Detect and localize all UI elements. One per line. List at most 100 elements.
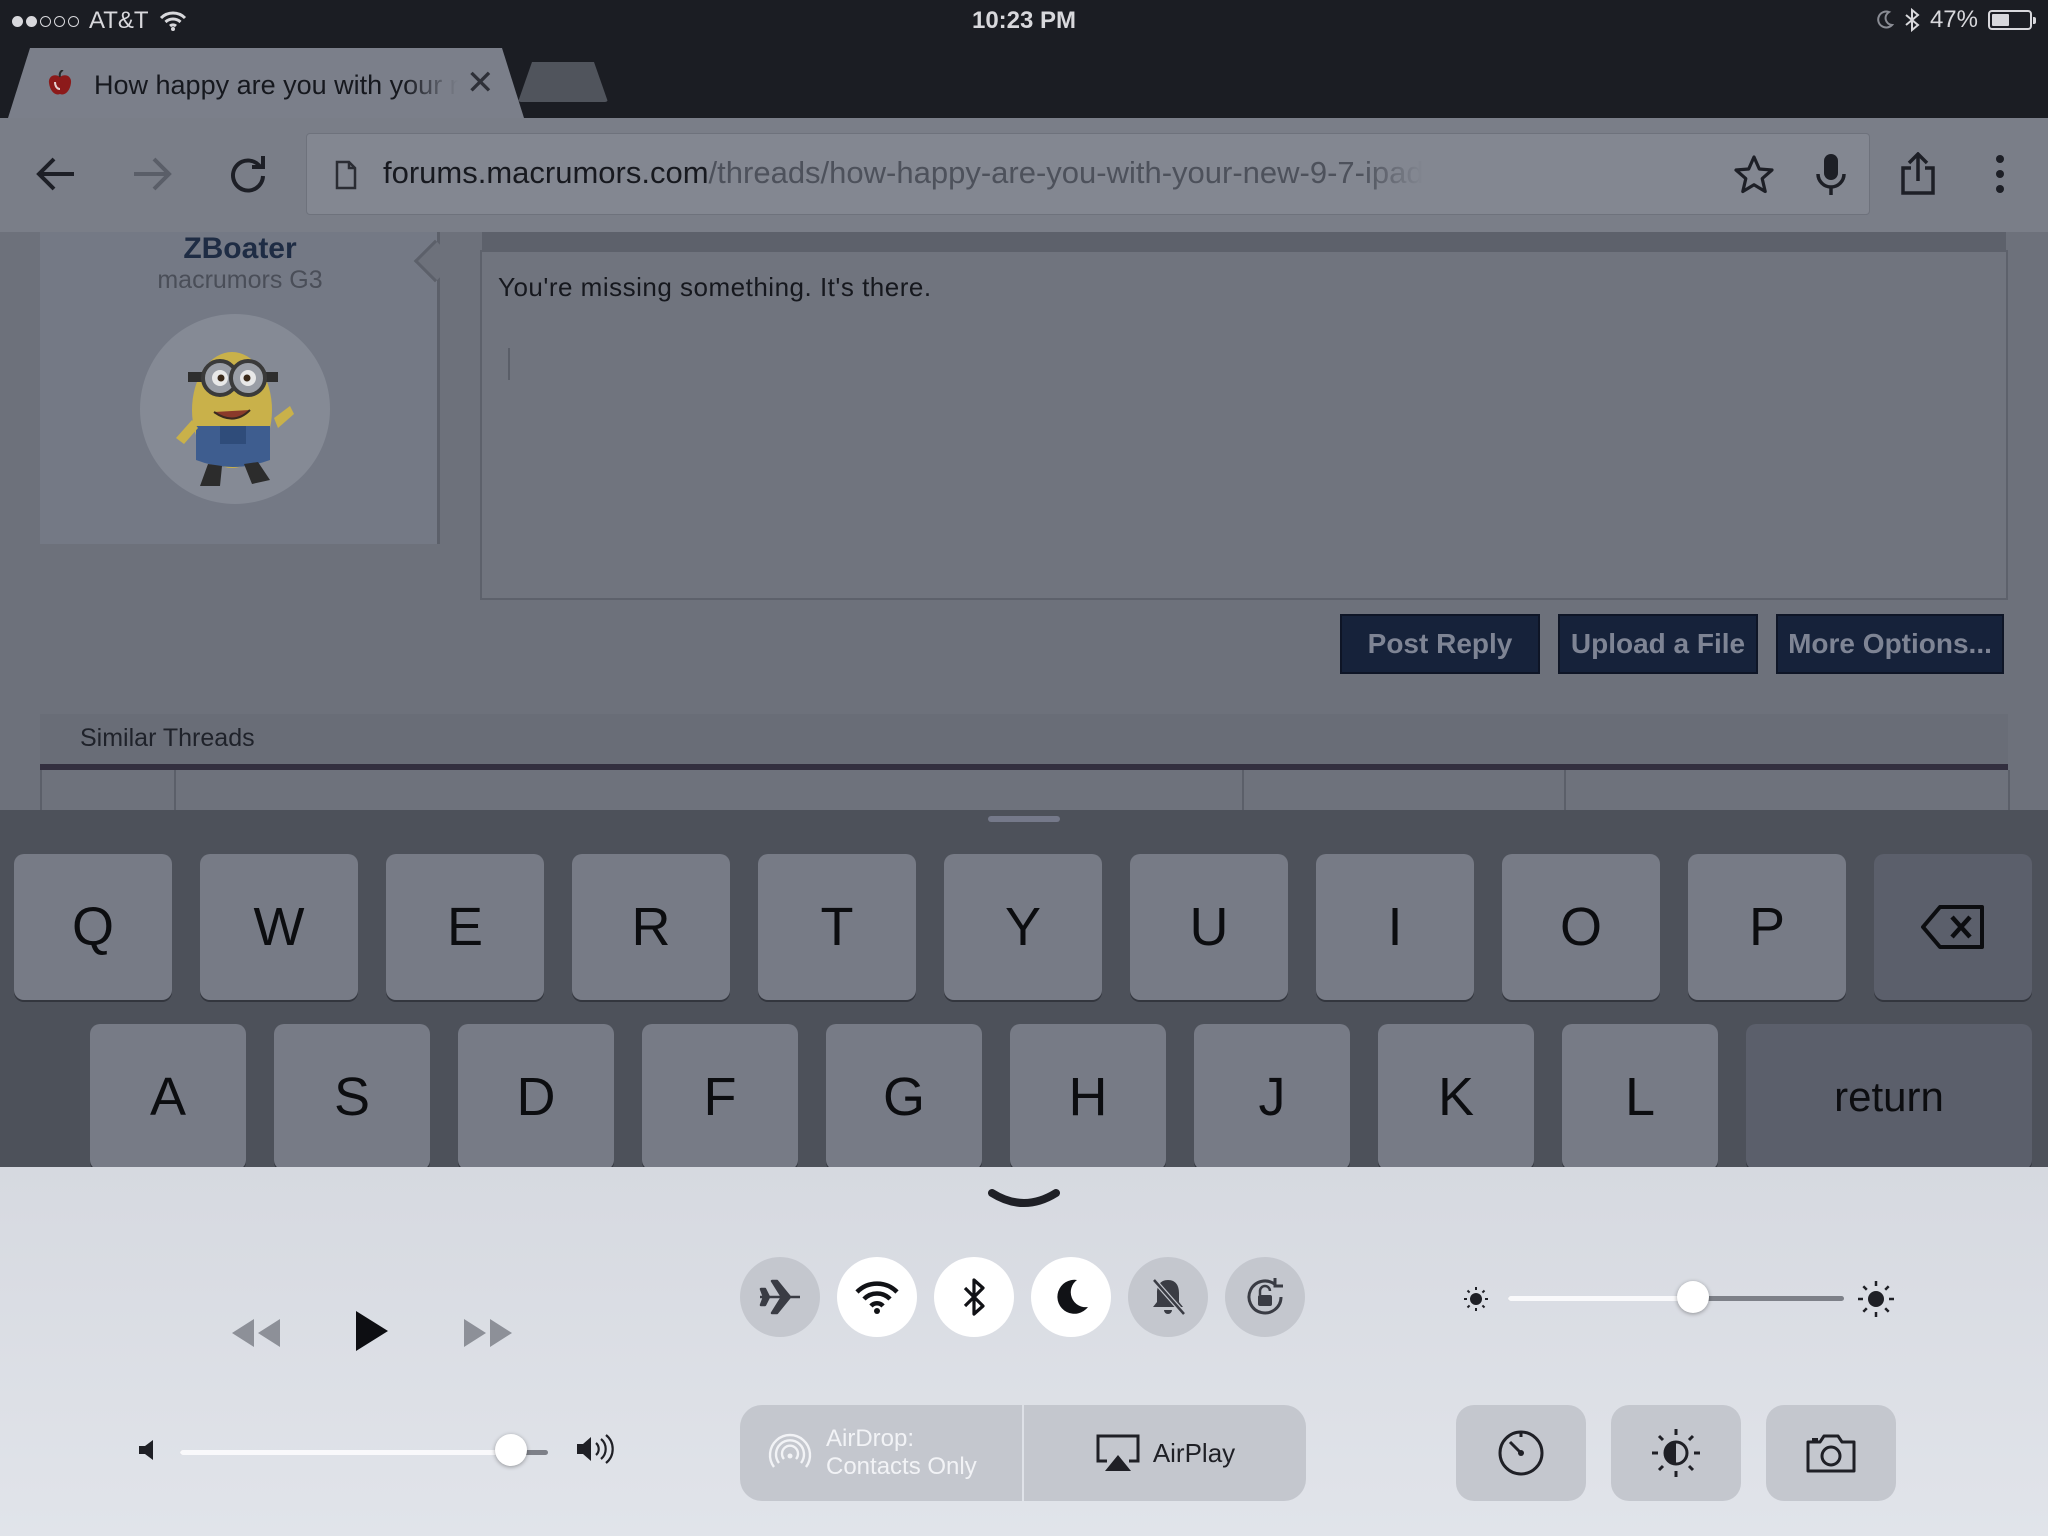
key-q[interactable]: Q	[14, 854, 172, 1000]
airdrop-mode: Contacts Only	[826, 1453, 977, 1480]
airdrop-icon	[768, 1433, 812, 1468]
reload-button[interactable]	[224, 150, 272, 198]
forward-button[interactable]	[128, 150, 176, 198]
camera-button[interactable]	[1766, 1405, 1896, 1501]
back-button[interactable]	[32, 150, 80, 198]
airplay-button[interactable]: AirPlay	[1024, 1405, 1306, 1501]
address-bar[interactable]: forums.macrumors.com/threads/how-happy-a…	[306, 133, 1870, 215]
battery-icon	[1988, 10, 2036, 30]
volume-slider[interactable]	[180, 1450, 548, 1455]
bookmark-star-button[interactable]	[1733, 154, 1775, 201]
chevron-down-icon[interactable]	[988, 1187, 1060, 1213]
key-i[interactable]: I	[1316, 854, 1474, 1000]
key-a[interactable]: A	[90, 1024, 246, 1170]
microphone-icon	[1816, 154, 1846, 195]
brightness-slider-thumb[interactable]	[1676, 1281, 1709, 1313]
share-icon	[1901, 152, 1935, 195]
camera-icon	[1806, 1434, 1856, 1473]
airdrop-label: AirDrop:	[826, 1425, 915, 1452]
airdrop-button[interactable]: AirDrop: Contacts Only	[740, 1405, 1022, 1501]
tab-title: How happy are you with your new 9.7 iPad…	[94, 70, 458, 100]
onscreen-keyboard: QWERTYUIOP ASDFGHJKL return	[0, 810, 2048, 1170]
rewind-icon	[232, 1319, 280, 1347]
key-w[interactable]: W	[200, 854, 358, 1000]
bluetooth-toggle[interactable]	[934, 1257, 1014, 1337]
key-e[interactable]: E	[386, 854, 544, 1000]
play-button[interactable]	[352, 1307, 392, 1360]
key-o[interactable]: O	[1502, 854, 1660, 1000]
do-not-disturb-toggle[interactable]	[1031, 1257, 1111, 1337]
play-icon	[356, 1311, 388, 1351]
macrumors-favicon-icon	[48, 70, 72, 95]
web-content: ZBoater macrumors G3 You're missing some…	[0, 232, 2048, 810]
page-icon	[335, 160, 357, 190]
key-backspace[interactable]	[1874, 854, 2032, 1000]
timer-button[interactable]	[1456, 1405, 1586, 1501]
key-d[interactable]: D	[458, 1024, 614, 1170]
key-k[interactable]: K	[1378, 1024, 1534, 1170]
timer-icon	[1498, 1430, 1544, 1476]
wifi-icon	[855, 1281, 899, 1314]
user-title: macrumors G3	[157, 266, 323, 294]
key-p[interactable]: P	[1688, 854, 1846, 1000]
similar-threads-title: Similar Threads	[80, 724, 255, 752]
wifi-toggle[interactable]	[837, 1257, 917, 1337]
url-host: forums.macrumors.com	[383, 155, 709, 190]
key-u[interactable]: U	[1130, 854, 1288, 1000]
key-return[interactable]: return	[1746, 1024, 2032, 1170]
reply-editor[interactable]: You're missing something. It's there.	[480, 250, 2008, 600]
moon-icon	[1057, 1279, 1088, 1314]
new-tab-button[interactable]	[518, 62, 608, 102]
battery-percent: 47%	[1929, 6, 1978, 33]
post-reply-button[interactable]: Post Reply	[1340, 614, 1540, 674]
key-s[interactable]: S	[274, 1024, 430, 1170]
moon-status-icon	[1877, 10, 1894, 29]
upload-file-button[interactable]: Upload a File	[1558, 614, 1758, 674]
key-j[interactable]: J	[1194, 1024, 1350, 1170]
key-t[interactable]: T	[758, 854, 916, 1000]
keyboard-grabber	[988, 816, 1060, 822]
fast-forward-button[interactable]	[460, 1315, 516, 1356]
back-arrow-icon	[36, 157, 74, 191]
airplay-label: AirPlay	[1152, 1437, 1236, 1468]
key-g[interactable]: G	[826, 1024, 982, 1170]
brightness-slider-fill	[1508, 1296, 1693, 1301]
backspace-icon	[1921, 905, 1984, 949]
avatar[interactable]	[140, 314, 330, 504]
fast-forward-icon	[464, 1319, 512, 1347]
similar-threads-table	[40, 770, 2010, 810]
user-card: ZBoater macrumors G3	[40, 232, 440, 544]
rewind-button[interactable]	[228, 1315, 284, 1356]
airplane-mode-toggle[interactable]	[740, 1257, 820, 1337]
airplane-icon	[759, 1279, 800, 1315]
key-f[interactable]: F	[642, 1024, 798, 1170]
more-options-button[interactable]: More Options...	[1776, 614, 2004, 674]
night-shift-button[interactable]	[1611, 1405, 1741, 1501]
bell-slash-icon	[1152, 1278, 1186, 1316]
volume-slider-thumb[interactable]	[495, 1434, 528, 1466]
forward-arrow-icon	[134, 157, 172, 191]
key-h[interactable]: H	[1010, 1024, 1166, 1170]
mute-toggle[interactable]	[1128, 1257, 1208, 1337]
volume-high-icon	[577, 1434, 614, 1464]
post-username[interactable]: ZBoater	[40, 232, 440, 266]
status-time: 10:23 PM	[971, 7, 1077, 34]
avatar-minion-image	[176, 352, 294, 486]
key-l[interactable]: L	[1562, 1024, 1718, 1170]
rotation-lock-toggle[interactable]	[1225, 1257, 1305, 1337]
key-y[interactable]: Y	[944, 854, 1102, 1000]
url-text: forums.macrumors.com/threads/how-happy-a…	[383, 155, 1423, 191]
volume-low-icon	[139, 1440, 153, 1460]
key-r[interactable]: R	[572, 854, 730, 1000]
menu-button[interactable]	[1976, 150, 2024, 198]
browser-tab[interactable]: How happy are you with your new 9.7 iPad…	[8, 48, 524, 118]
share-button[interactable]	[1894, 150, 1942, 198]
editor-toolbar-edge	[482, 232, 2006, 250]
voice-search-button[interactable]	[1813, 152, 1849, 203]
editor-text: You're missing something. It's there.	[498, 272, 932, 302]
control-center: AirDrop: Contacts Only AirPlay	[0, 1167, 2048, 1536]
similar-threads-header: Similar Threads	[40, 714, 2008, 764]
reload-icon	[231, 156, 265, 193]
tab-close-icon[interactable]: ✕	[466, 66, 495, 100]
table-column-divider	[1564, 770, 1566, 810]
